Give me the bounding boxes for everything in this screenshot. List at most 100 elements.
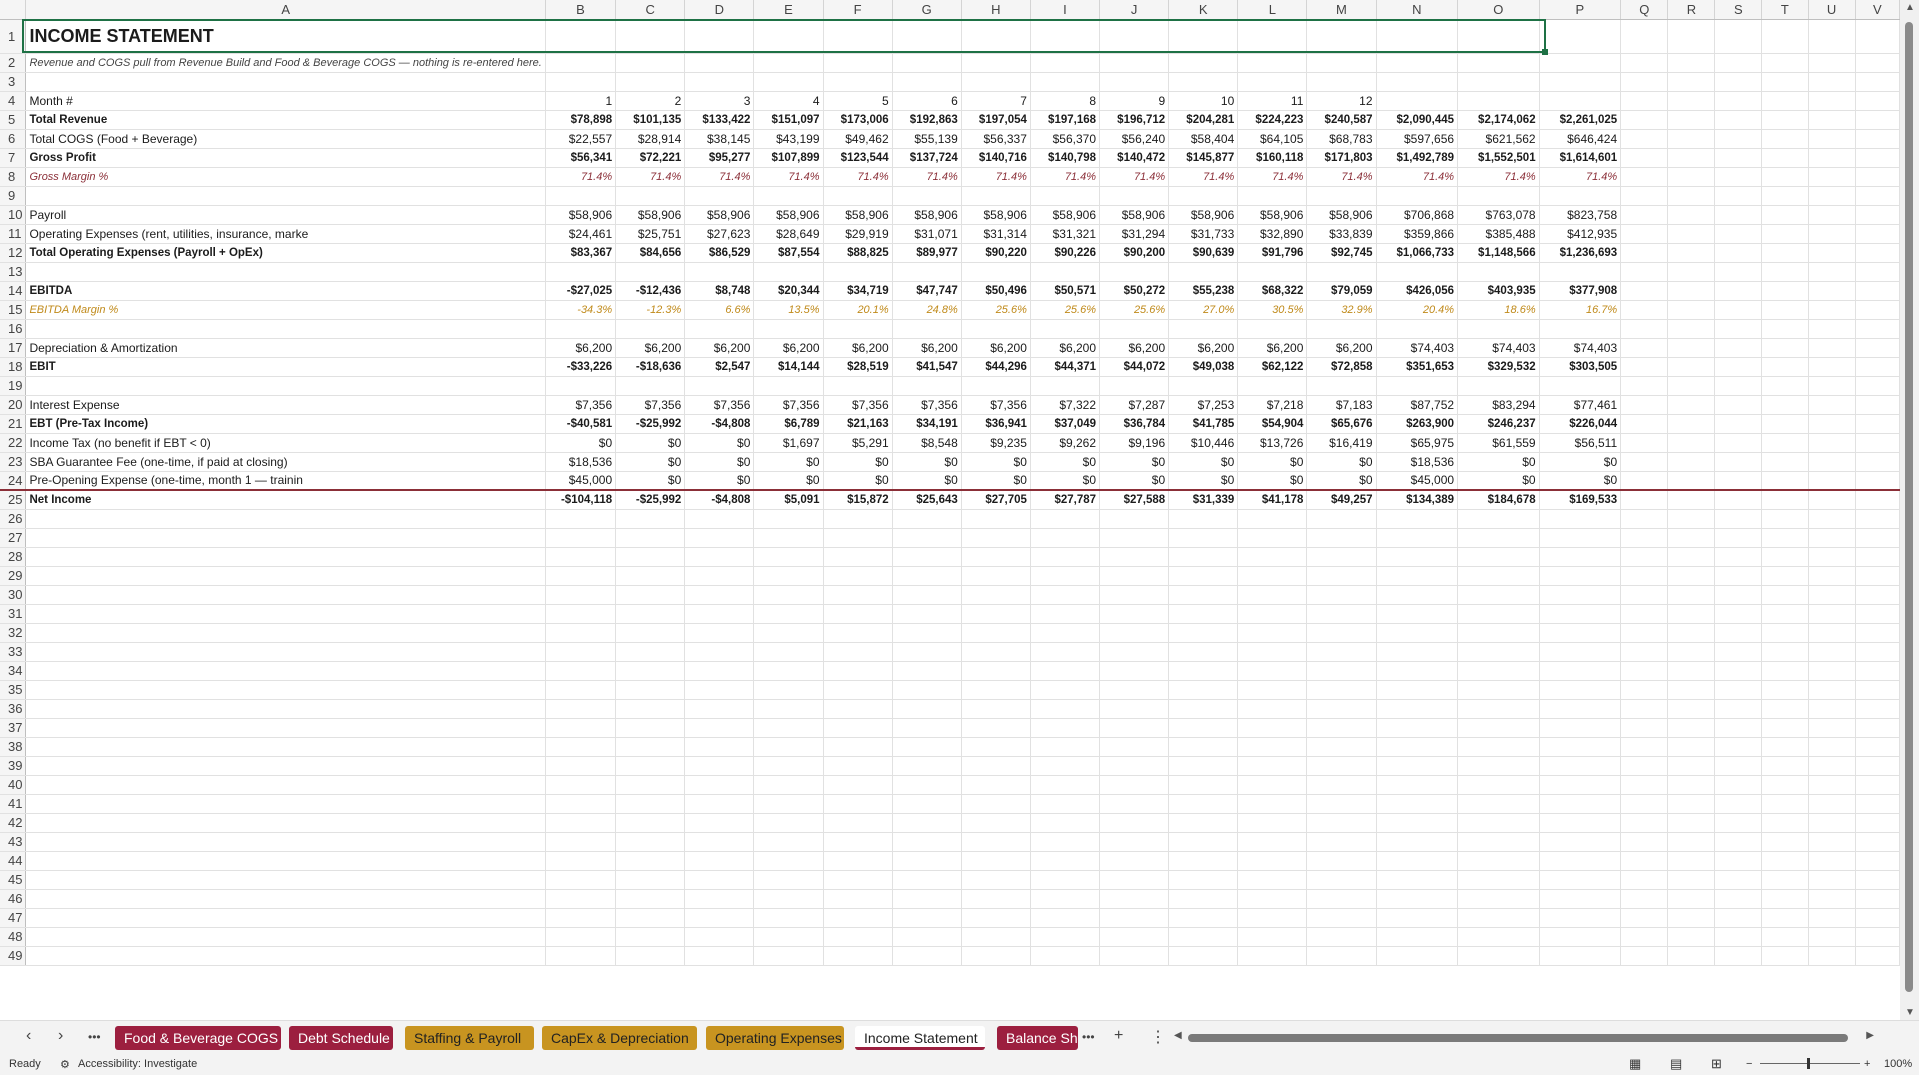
row-header[interactable]: 28 xyxy=(0,547,27,567)
cell[interactable] xyxy=(1620,946,1669,966)
cell[interactable]: $6,200 xyxy=(1306,338,1377,358)
cell[interactable] xyxy=(823,642,893,662)
cell[interactable] xyxy=(545,585,617,605)
row-header[interactable]: 3 xyxy=(0,72,27,92)
cell[interactable] xyxy=(1376,585,1459,605)
cell[interactable] xyxy=(1761,91,1809,111)
cell[interactable] xyxy=(1457,756,1540,776)
cell[interactable] xyxy=(25,585,546,605)
cell[interactable] xyxy=(1808,433,1856,453)
cell[interactable] xyxy=(892,756,962,776)
cell[interactable]: $87,752 xyxy=(1376,395,1459,415)
cell[interactable] xyxy=(1761,566,1809,586)
cell[interactable] xyxy=(1808,889,1856,909)
cell[interactable]: $5,291 xyxy=(823,433,893,453)
cell[interactable]: $89,977 xyxy=(892,243,962,263)
cell[interactable]: $92,745 xyxy=(1306,243,1377,263)
cell[interactable] xyxy=(545,851,617,871)
cell[interactable] xyxy=(684,72,755,92)
cell[interactable] xyxy=(1855,699,1900,719)
cell[interactable] xyxy=(823,585,893,605)
cell[interactable] xyxy=(1237,794,1308,814)
cell[interactable] xyxy=(1808,186,1856,206)
cell[interactable] xyxy=(1714,186,1763,206)
cell[interactable] xyxy=(1620,737,1669,757)
cell[interactable] xyxy=(1667,224,1716,244)
cell[interactable] xyxy=(25,908,546,928)
cell[interactable] xyxy=(1620,489,1669,510)
row-header[interactable]: 8 xyxy=(0,167,27,187)
row-header[interactable]: 46 xyxy=(0,889,27,909)
cell[interactable] xyxy=(1030,699,1101,719)
cell[interactable]: $74,403 xyxy=(1457,338,1540,358)
cell[interactable] xyxy=(1714,281,1763,301)
cell[interactable] xyxy=(961,718,1031,738)
cell[interactable] xyxy=(545,718,617,738)
cell[interactable]: $0 xyxy=(892,452,962,472)
cell[interactable]: $246,237 xyxy=(1457,414,1540,434)
cell[interactable] xyxy=(1539,832,1622,852)
cell[interactable]: 71.4% xyxy=(1376,167,1459,187)
cell[interactable] xyxy=(1457,319,1540,339)
sheet-subtitle[interactable]: Revenue and COGS pull from Revenue Build… xyxy=(25,53,546,73)
cell[interactable]: $6,200 xyxy=(823,338,893,358)
cell[interactable] xyxy=(684,908,755,928)
cell[interactable]: $192,863 xyxy=(892,110,962,130)
cell[interactable]: $184,678 xyxy=(1457,489,1540,510)
cell[interactable]: -$12,436 xyxy=(615,281,686,301)
cell[interactable] xyxy=(1620,661,1669,681)
cell[interactable]: $58,906 xyxy=(1168,205,1239,225)
cell[interactable] xyxy=(961,547,1031,567)
cell[interactable]: 71.4% xyxy=(1168,167,1239,187)
cell[interactable]: $41,785 xyxy=(1168,414,1239,434)
cell[interactable]: $16,419 xyxy=(1306,433,1377,453)
cell[interactable] xyxy=(1808,376,1856,396)
cell[interactable] xyxy=(1808,509,1856,529)
row-header[interactable]: 17 xyxy=(0,338,27,358)
cell[interactable] xyxy=(1306,566,1377,586)
row-header[interactable]: 16 xyxy=(0,319,27,339)
cell[interactable] xyxy=(1808,224,1856,244)
cell[interactable] xyxy=(892,642,962,662)
cell[interactable] xyxy=(1620,585,1669,605)
cell[interactable]: $7,356 xyxy=(615,395,686,415)
cell[interactable] xyxy=(25,851,546,871)
cell[interactable]: $621,562 xyxy=(1457,129,1540,149)
cell[interactable] xyxy=(1168,737,1239,757)
cell[interactable]: $31,294 xyxy=(1099,224,1170,244)
cell[interactable]: $0 xyxy=(1457,471,1540,491)
cell[interactable] xyxy=(1620,53,1669,73)
cell[interactable] xyxy=(25,775,546,795)
cell[interactable] xyxy=(1808,489,1856,510)
column-header[interactable]: Q xyxy=(1620,0,1669,20)
cell[interactable] xyxy=(961,775,1031,795)
cell[interactable] xyxy=(1667,452,1716,472)
cell[interactable] xyxy=(1667,489,1716,510)
cell[interactable] xyxy=(892,528,962,548)
cell[interactable] xyxy=(615,927,686,947)
cell[interactable]: 71.4% xyxy=(615,167,686,187)
cell[interactable] xyxy=(1667,53,1716,73)
cell[interactable] xyxy=(1306,319,1377,339)
cell[interactable] xyxy=(892,604,962,624)
cell[interactable] xyxy=(1099,642,1170,662)
row-label[interactable]: Payroll xyxy=(25,205,546,225)
cell[interactable]: $14,144 xyxy=(753,357,824,377)
cell[interactable] xyxy=(1099,851,1170,871)
cell[interactable]: $303,505 xyxy=(1539,357,1622,377)
cell[interactable] xyxy=(684,509,755,529)
cell[interactable] xyxy=(823,623,893,643)
cell[interactable] xyxy=(1808,623,1856,643)
cell[interactable] xyxy=(892,832,962,852)
cell[interactable]: $6,200 xyxy=(1237,338,1308,358)
cell[interactable] xyxy=(1030,547,1101,567)
row-label[interactable]: SBA Guarantee Fee (one-time, if paid at … xyxy=(25,452,546,472)
row-label[interactable]: Total Revenue xyxy=(25,110,546,130)
cell[interactable] xyxy=(1855,794,1900,814)
cell[interactable] xyxy=(1855,167,1900,187)
cell[interactable] xyxy=(1457,946,1540,966)
cell[interactable] xyxy=(615,53,686,73)
cell[interactable] xyxy=(684,889,755,909)
cell[interactable] xyxy=(1457,623,1540,643)
cell[interactable]: $123,544 xyxy=(823,148,893,168)
